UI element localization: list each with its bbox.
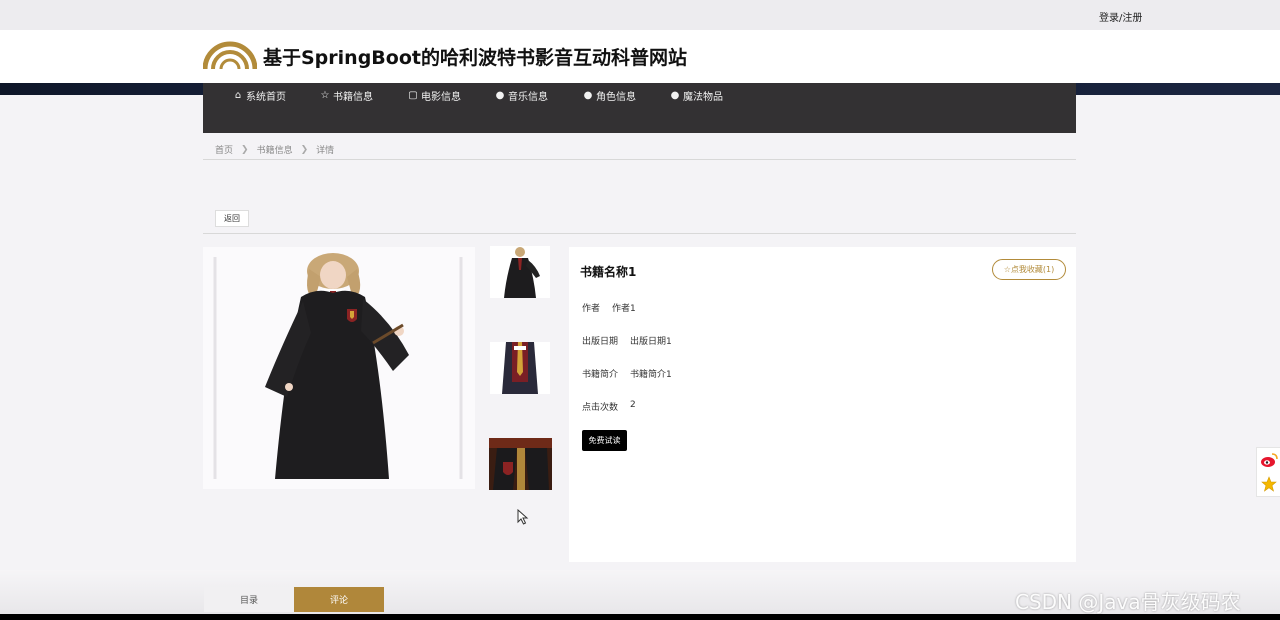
field-label: 点击次数 [582,403,619,413]
thumbnail-3[interactable] [489,438,552,490]
arc-logo-icon[interactable] [203,39,257,71]
top-bar: 登录/注册 [0,0,1280,30]
site-title: 基于SpringBoot的哈利波特书影音互动科普网站 [263,47,687,69]
home-icon: ⌂ [234,90,242,101]
thumbnail-2[interactable] [490,342,550,394]
back-button[interactable]: 返回 [215,210,249,227]
free-read-button[interactable]: 免费试读 [582,430,627,451]
field-value: 出版日期1 [630,337,672,347]
info-icon: ● [495,90,505,101]
breadcrumb-home[interactable]: 首页 [215,143,233,156]
favorite-share-button[interactable] [1257,472,1280,496]
field-author: 作者 作者1 [582,301,636,314]
bottom-edge-bar [0,614,1280,620]
nav-item-label: 角色信息 [596,92,636,103]
nav-item-label: 书籍信息 [333,92,373,103]
main-nav: ⌂ 系统首页 ☆ 书籍信息 ▢ 电影信息 ● 音乐信息 ● 角色信息 ● 魔法物… [203,83,1076,133]
nav-item-label: 电影信息 [421,92,461,103]
breadcrumb-current: 详情 [316,146,335,156]
divider [203,159,1076,160]
field-value: 2 [630,400,636,410]
field-value: 作者1 [612,304,636,314]
robe-back-thumbnail-image [490,342,550,394]
robe-thumbnail-image [490,246,550,298]
nav-item-books[interactable]: ☆ 书籍信息 [320,88,373,103]
field-click-count: 点击次数 2 [582,400,636,413]
field-publish-date: 出版日期 出版日期1 [582,334,672,347]
breadcrumb: 首页 ❯ 书籍信息 ❯ 详情 [215,143,335,157]
info-icon: ● [670,90,680,101]
nav-item-home[interactable]: ⌂ 系统首页 [233,88,286,103]
nav-item-label: 魔法物品 [683,92,723,103]
weibo-share-button[interactable] [1257,448,1280,472]
favorite-button[interactable]: ☆点我收藏(1) [992,259,1066,280]
share-toolbar [1256,447,1280,497]
nav-item-characters[interactable]: ● 角色信息 [583,88,636,103]
csdn-watermark: CSDN @Java骨灰级码农 [1015,590,1241,614]
weibo-icon [1261,453,1278,467]
field-label: 书籍简介 [582,370,619,380]
login-register-link[interactable]: 登录/注册 [1099,9,1142,24]
nav-item-label: 音乐信息 [508,92,548,103]
site-header: 基于SpringBoot的哈利波特书影音互动科普网站 [0,30,1280,83]
main-book-image[interactable] [203,247,475,489]
thumbnail-1[interactable] [490,246,550,298]
divider [203,233,1076,234]
nav-item-magic-items[interactable]: ● 魔法物品 [670,88,723,103]
tab-comments[interactable]: 评论 [294,587,384,612]
chevron-right-icon: ❯ [241,144,249,155]
tab-catalog[interactable]: 目录 [204,587,294,612]
mouse-cursor-icon [517,509,529,525]
chevron-right-icon: ❯ [300,144,309,155]
book-name: 书籍名称1 [580,265,637,279]
field-value: 书籍简介1 [630,370,672,380]
nav-item-movies[interactable]: ▢ 电影信息 [408,88,461,103]
field-label: 出版日期 [582,337,619,347]
nav-item-label: 系统首页 [246,92,286,103]
breadcrumb-books[interactable]: 书籍信息 [257,143,293,156]
bag-icon: ▢ [408,90,418,101]
robe-crest-thumbnail-image [489,438,552,490]
book-detail-panel: 书籍名称1 ☆点我收藏(1) 作者 作者1 出版日期 出版日期1 书籍简介 书籍… [569,247,1076,562]
field-summary: 书籍简介 书籍简介1 [582,367,672,380]
robe-figure-image [203,247,475,489]
star-icon [1261,476,1277,492]
nav-item-music[interactable]: ● 音乐信息 [495,88,548,103]
info-icon: ● [583,90,593,101]
field-label: 作者 [582,304,601,314]
star-icon: ☆ [320,90,330,101]
